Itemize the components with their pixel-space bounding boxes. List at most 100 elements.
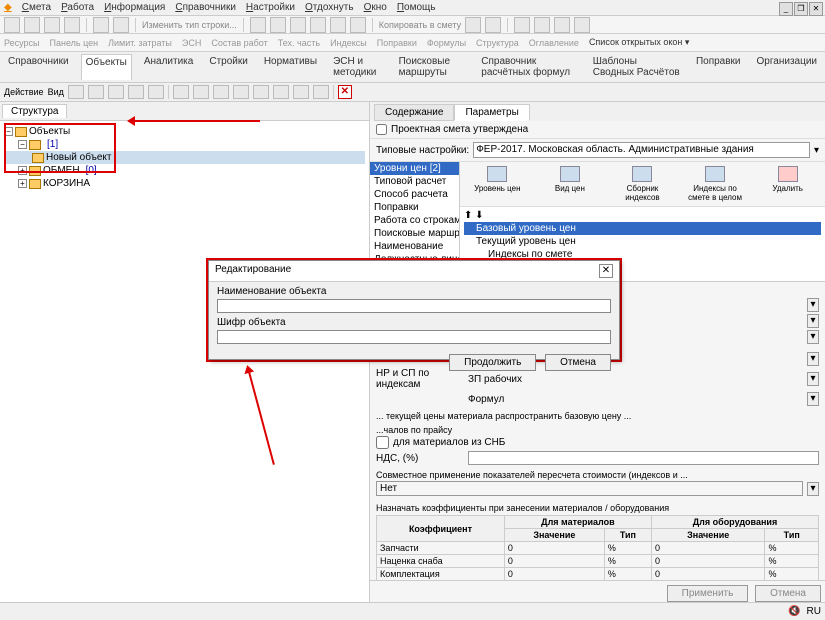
tool-button[interactable] [93,17,109,33]
tool-button[interactable] [253,85,269,99]
tab-norms[interactable]: Нормативы [260,54,321,80]
val-nrsp-idx[interactable]: ЗП рабочих [468,374,803,385]
tab-content[interactable]: Содержание [374,104,454,121]
tool-button[interactable] [113,17,129,33]
tool-button[interactable] [24,17,40,33]
expand-icon[interactable]: + [18,179,27,188]
approved-checkbox[interactable] [376,124,387,135]
cat-item[interactable]: Работа со строками [370,214,459,227]
tool-button[interactable] [574,17,590,33]
btn-price-type[interactable]: Вид цен [535,164,606,204]
tab-templates[interactable]: Шаблоны Сводных Расчётов [589,54,684,80]
tool-button[interactable] [44,17,60,33]
tool-button[interactable] [173,85,189,99]
menu-item[interactable]: Работа [61,2,94,13]
val-formula[interactable]: Формул [468,394,803,405]
tool-button[interactable] [290,17,306,33]
tab-search-routes[interactable]: Поисковые маршруты [395,54,470,80]
link-item[interactable]: Ресурсы [4,38,40,48]
tool-button[interactable] [554,17,570,33]
link-item[interactable]: Оглавление [529,38,579,48]
level-current[interactable]: Текущий уровень цен [464,235,821,248]
link-item[interactable]: Состав работ [211,38,267,48]
snb-checkbox[interactable] [376,436,389,449]
object-name-input[interactable] [217,299,611,313]
close-icon[interactable]: ✕ [599,264,613,278]
mute-icon[interactable]: 🔇 [788,606,800,617]
tool-button[interactable] [128,85,144,99]
cat-item-price-levels[interactable]: Уровни цен [2] [370,162,459,175]
close-icon[interactable]: ✕ [809,2,823,16]
object-code-input[interactable] [217,330,611,344]
tool-button[interactable] [534,17,550,33]
open-windows-dropdown[interactable]: Список открытых окон ▾ [589,37,689,48]
link-item[interactable]: Формулы [427,38,466,48]
tab-objects[interactable]: Объекты [81,54,132,80]
tool-button[interactable] [310,17,326,33]
btn-price-level[interactable]: Уровень цен [462,164,533,204]
joint-select[interactable]: Нет [376,481,803,496]
tab-references[interactable]: Справочники [4,54,73,80]
menu-item[interactable]: Помощь [397,2,436,13]
btn-index-book[interactable]: Сборник индексов [607,164,678,204]
tool-button[interactable] [330,17,346,33]
tool-button[interactable] [273,85,289,99]
btn-estimate-indices[interactable]: Индексы по смете в целом [680,164,751,204]
chevron-down-icon[interactable]: ▾ [807,392,819,406]
tool-button[interactable] [4,17,20,33]
tool-button[interactable] [250,17,266,33]
structure-tab[interactable]: Структура [2,104,67,118]
tool-button[interactable] [270,17,286,33]
level-base[interactable]: Базовый уровень цен [464,222,821,235]
chevron-down-icon[interactable]: ▾ [807,330,819,344]
tool-button[interactable] [108,85,124,99]
btn-delete[interactable]: Удалить [752,164,823,204]
tool-button[interactable] [213,85,229,99]
menu-item[interactable]: Окно [364,2,387,13]
link-item[interactable]: Индексы [330,38,367,48]
restore-icon[interactable]: ❐ [794,2,808,16]
tab-analytics[interactable]: Аналитика [140,54,198,80]
tab-corrections[interactable]: Поправки [692,54,745,80]
menu-item[interactable]: Настройки [246,2,295,13]
nds-input[interactable] [468,451,819,465]
link-item[interactable]: Лимит. затраты [108,38,172,48]
link-item[interactable]: Панель цен [50,38,99,48]
tool-button[interactable] [233,85,249,99]
tab-formulas[interactable]: Справочник расчётных формул [477,54,580,80]
minimize-icon[interactable]: _ [779,2,793,16]
tab-builds[interactable]: Стройки [205,54,251,80]
tool-button[interactable] [313,85,329,99]
tool-button[interactable] [485,17,501,33]
cat-item[interactable]: Наименование [370,240,459,253]
tool-button[interactable] [514,17,530,33]
link-item[interactable]: Поправки [377,38,417,48]
cat-item[interactable]: Поправки [370,201,459,214]
menu-item[interactable]: Смета [22,2,51,13]
cancel-button[interactable]: Отмена [545,354,611,371]
apply-button[interactable]: Применить [667,585,749,602]
menu-item[interactable]: Информация [104,2,165,13]
chevron-down-icon[interactable]: ▾ [807,298,819,312]
close-tab-button[interactable]: ✕ [338,85,352,99]
continue-button[interactable]: Продолжить [449,354,536,371]
tab-parameters[interactable]: Параметры [454,104,529,121]
preset-select[interactable]: ФЕР-2017. Московская область. Администра… [473,142,810,158]
action-label[interactable]: Действие [4,87,44,97]
tool-button[interactable] [88,85,104,99]
tool-button[interactable] [293,85,309,99]
link-item[interactable]: Структура [476,38,519,48]
chevron-down-icon[interactable]: ▾ [807,372,819,386]
tree-node-trash[interactable]: + КОРЗИНА [4,177,365,190]
tool-button[interactable] [350,17,366,33]
menu-item[interactable]: Отдохнуть [305,2,354,13]
chevron-down-icon[interactable]: ▾ [814,145,819,156]
view-label[interactable]: Вид [48,87,64,97]
cancel-button[interactable]: Отмена [755,585,821,602]
tab-orgs[interactable]: Организации [753,54,821,80]
cat-item[interactable]: Способ расчета [370,188,459,201]
tool-button[interactable] [64,17,80,33]
tab-esn[interactable]: ЭСН и методики [329,54,387,80]
menu-item[interactable]: Справочники [175,2,236,13]
tool-button[interactable] [148,85,164,99]
